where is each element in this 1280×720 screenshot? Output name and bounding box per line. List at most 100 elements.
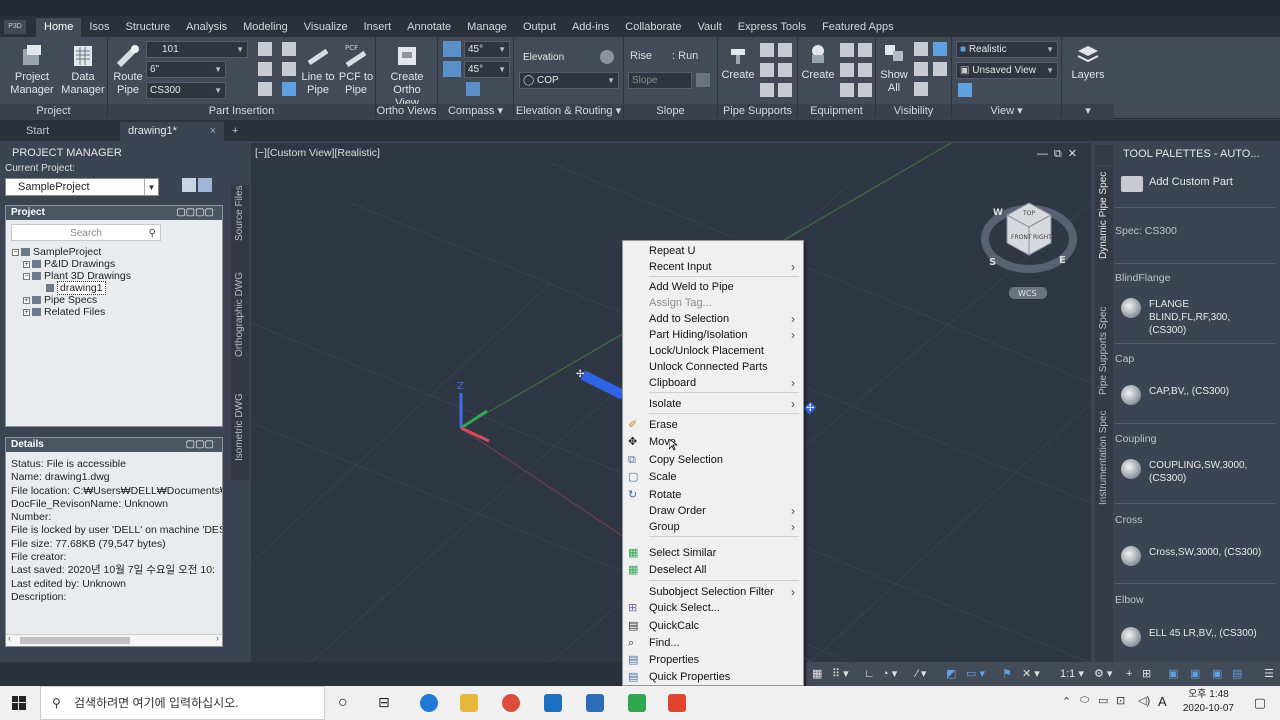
equipment-tool-icon[interactable] — [858, 63, 872, 77]
grid-icon[interactable]: ▦ — [812, 667, 822, 681]
file-explorer-icon[interactable] — [460, 694, 478, 712]
polar-icon[interactable]: ◔ ▾ — [882, 667, 897, 681]
tree-item-sampleproject[interactable]: − SampleProject — [12, 246, 131, 258]
project-search-input[interactable]: Search ⚲ — [11, 224, 161, 241]
tree-item-related-files[interactable]: + Related Files — [12, 306, 131, 318]
equipment-tool-icon[interactable] — [840, 43, 854, 57]
support-tool-icon[interactable] — [760, 83, 774, 97]
pipe-tool-icon[interactable] — [258, 62, 272, 76]
windows-start-icon[interactable] — [12, 696, 26, 710]
menu-item-assign-tag[interactable]: Assign Tag... — [623, 295, 803, 311]
project-setup-icon[interactable] — [182, 178, 196, 192]
otrack-icon[interactable]: ▭ ▾ — [966, 667, 985, 681]
restore-icon[interactable]: ⧉ — [1054, 148, 1068, 160]
tab-add-ins[interactable]: Add-ins — [564, 18, 617, 37]
tree-item-pipe-specs[interactable]: + Pipe Specs — [12, 294, 131, 306]
create-equipment-button[interactable]: Create — [800, 41, 836, 82]
isodraft-icon[interactable]: ⁄ ▾ — [916, 667, 926, 681]
elevation-field[interactable]: Elevation — [519, 49, 593, 66]
viewcube-right[interactable]: RIGHT — [1033, 234, 1052, 241]
pipe-tool-icon[interactable] — [258, 82, 272, 96]
autocad-plant3d-icon[interactable] — [586, 694, 604, 712]
scroll-left-icon[interactable]: ‹ — [8, 633, 11, 643]
visibility-tool-icon[interactable] — [914, 42, 928, 56]
tab-source-files[interactable]: Source Files — [234, 185, 245, 241]
elevation-pick-icon[interactable] — [600, 50, 614, 64]
viewport-controls-label[interactable]: [−][Custom View][Realistic] — [255, 147, 380, 159]
tab-isos[interactable]: Isos — [81, 18, 117, 37]
tab-annotate[interactable]: Annotate — [399, 18, 459, 37]
menu-item-repeat-u[interactable]: Repeat U — [623, 243, 803, 259]
layers-button[interactable]: Layers — [1068, 41, 1108, 82]
pcf-to-pipe-button[interactable]: PCF PCF to Pipe — [338, 43, 374, 97]
tab-instrumentation-spec[interactable]: Instrumentation Spec — [1098, 411, 1109, 506]
collapse-icon[interactable]: − — [12, 248, 19, 256]
menu-item-erase[interactable]: ✐ Erase — [623, 417, 803, 433]
tab-isometric-dwg[interactable]: Isometric DWG — [234, 393, 245, 461]
line-number-combo[interactable]: 101 ▼ — [146, 41, 248, 58]
menu-item-subobject-selection-filter[interactable]: Subobject Selection Filter › — [623, 584, 803, 600]
tab-express-tools[interactable]: Express Tools — [730, 18, 814, 37]
tab-visualize[interactable]: Visualize — [296, 18, 356, 37]
horizontal-scrollbar[interactable]: ‹ › — [6, 633, 222, 646]
visual-style-combo[interactable]: ■ Realistic ▼ — [956, 41, 1058, 58]
hardware-acceleration-icon[interactable]: ▣ — [1168, 667, 1178, 681]
tab-vault[interactable]: Vault — [690, 18, 730, 37]
taskbar-search-input[interactable]: ⚲ 검색하려면 여기에 입력하십시오. — [40, 686, 325, 720]
annotation-visibility-icon[interactable]: ⚑ — [1002, 667, 1012, 681]
project-manager-button[interactable]: Project Manager — [6, 43, 58, 97]
menu-item-add-weld-to-pipe[interactable]: Add Weld to Pipe — [623, 279, 803, 295]
menu-item-add-to-selection[interactable]: Add to Selection › — [623, 311, 803, 327]
tab-pipe-supports-spec[interactable]: Pipe Supports Spec — [1098, 307, 1109, 395]
visibility-tool-icon[interactable] — [914, 62, 928, 76]
viewport-config-icon[interactable] — [958, 83, 972, 97]
equipment-tool-icon[interactable] — [858, 43, 872, 57]
scroll-right-icon[interactable]: › — [216, 633, 219, 643]
tray-overflow-icon[interactable]: ⌃ — [1062, 695, 1071, 708]
layout-icon[interactable]: ▤ — [1232, 667, 1242, 681]
support-tool-icon[interactable] — [778, 63, 792, 77]
project-refresh-icon[interactable] — [198, 178, 212, 192]
osnap-icon[interactable]: ◩ — [946, 667, 956, 681]
section-toolbar-icons[interactable]: ▢▢▢ — [186, 438, 214, 452]
equipment-tool-icon[interactable] — [840, 83, 854, 97]
collapse-icon[interactable]: − — [23, 272, 30, 280]
snap-icon[interactable]: ⠿ ▾ — [832, 667, 849, 681]
task-view-icon[interactable]: ⊟ — [378, 694, 390, 711]
size-combo[interactable]: 6" ▼ — [146, 61, 226, 78]
menu-item-scale[interactable]: ▢ Scale — [623, 469, 803, 485]
pipe-tool-icon[interactable] — [258, 42, 272, 56]
spec-combo[interactable]: CS300 ▼ — [146, 82, 226, 99]
create-ortho-view-button[interactable]: Create Ortho View — [378, 43, 436, 110]
section-toolbar-icons[interactable]: ▢▢▢▢ — [176, 206, 214, 220]
compass-s[interactable]: S — [989, 257, 996, 268]
visibility-tool-icon[interactable] — [933, 42, 947, 56]
pipe-tool-icon[interactable] — [282, 82, 296, 96]
compass-toggle-icon[interactable] — [466, 82, 480, 96]
tab-orthographic-dwg[interactable]: Orthographic DWG — [234, 272, 245, 357]
notification-icon[interactable]: ▢ — [1254, 695, 1266, 711]
tab-collaborate[interactable]: Collaborate — [617, 18, 689, 37]
compass-e[interactable]: E — [1059, 255, 1066, 266]
tab-featured-apps[interactable]: Featured Apps — [814, 18, 902, 37]
menu-item-unlock-connected-parts[interactable]: Unlock Connected Parts — [623, 359, 803, 375]
close-icon[interactable]: ✕ — [1068, 148, 1083, 160]
compass-icon[interactable] — [443, 41, 461, 57]
current-project-select[interactable]: SampleProject ▼ — [5, 178, 159, 196]
expand-icon[interactable]: + — [23, 260, 30, 268]
cop-combo[interactable]: ◯ COP ▼ — [519, 72, 619, 89]
menu-item-quickcalc[interactable]: ▤ QuickCalc — [623, 618, 803, 634]
add-icon[interactable]: + — [1126, 667, 1132, 681]
tree-item-drawing1[interactable]: drawing1 — [12, 281, 131, 295]
menu-item-group[interactable]: Group › — [623, 519, 803, 535]
customization-menu-icon[interactable]: ☰ — [1264, 667, 1274, 681]
tree-item-pid-drawings[interactable]: + P&ID Drawings — [12, 258, 131, 270]
visibility-tool-icon[interactable] — [933, 62, 947, 76]
viewcube-front[interactable]: FRONT — [1011, 234, 1032, 241]
tab-output[interactable]: Output — [515, 18, 564, 37]
menu-item-select-similar[interactable]: ▦ Select Similar — [623, 545, 803, 561]
ime-indicator[interactable]: A — [1158, 694, 1167, 709]
menu-item-find[interactable]: ⌕ Find... — [623, 635, 803, 651]
create-pipe-support-button[interactable]: Create — [720, 41, 756, 82]
compass-angle-combo[interactable]: 45° ▼ — [464, 41, 510, 58]
